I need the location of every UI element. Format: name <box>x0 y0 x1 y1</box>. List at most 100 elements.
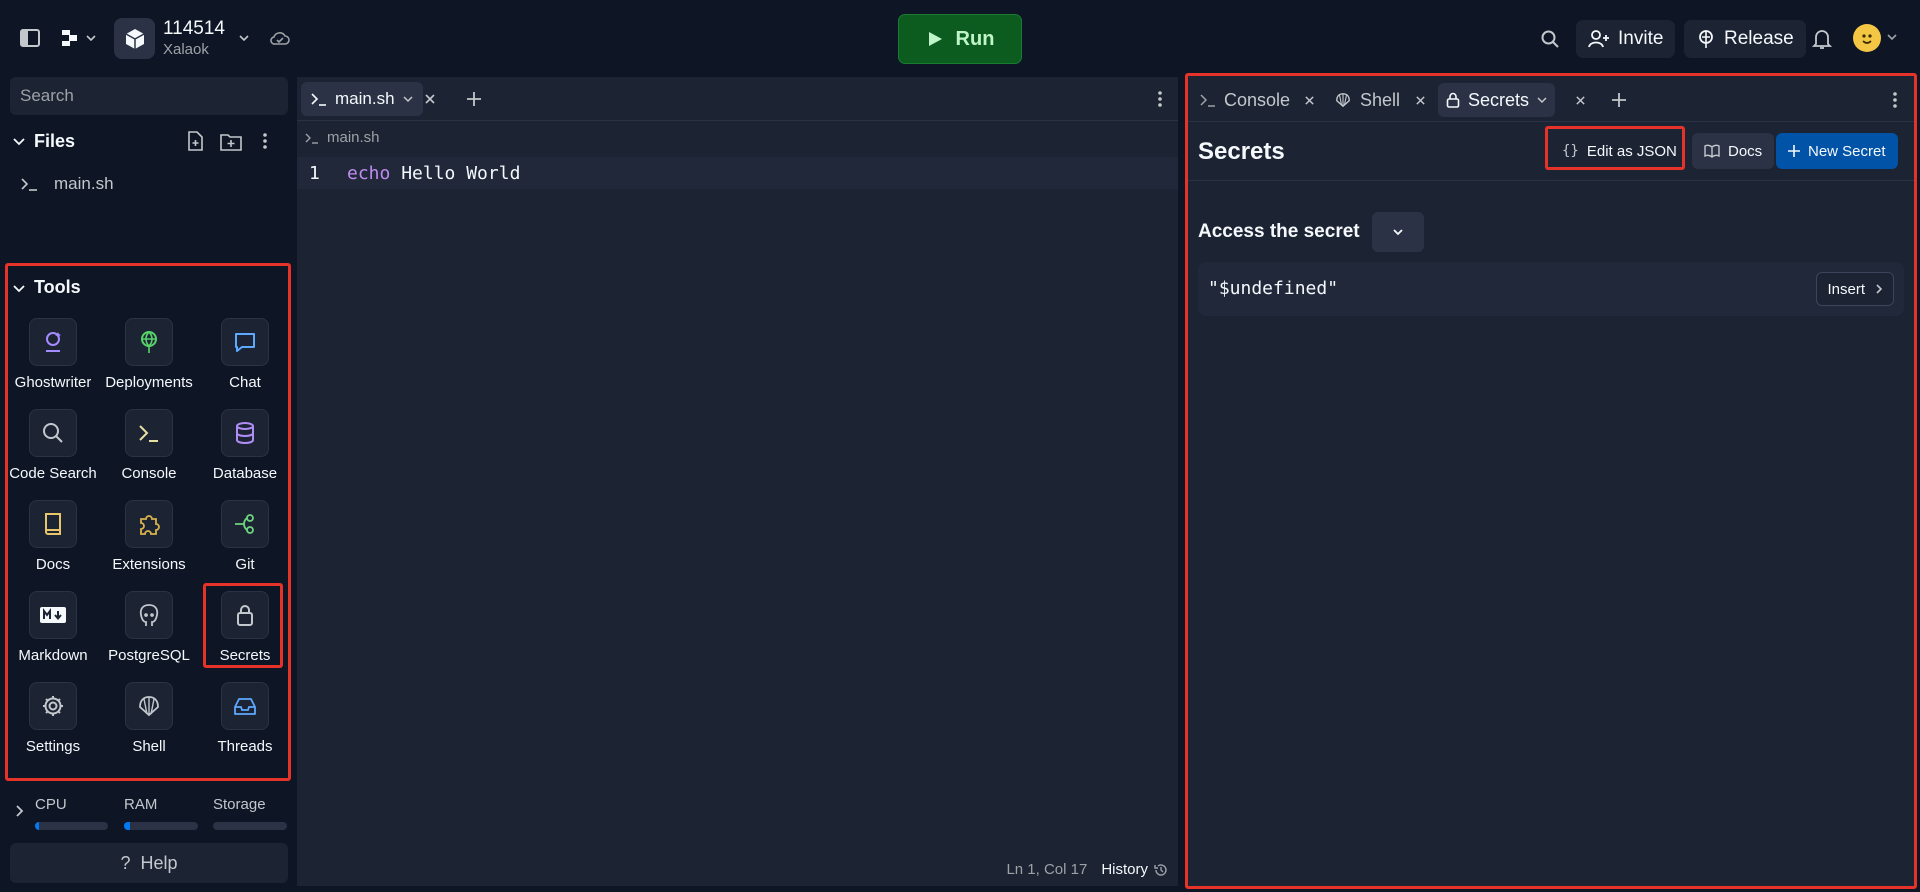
secret-snippet-text[interactable]: "$undefined" <box>1208 278 1338 299</box>
add-tab-icon[interactable] <box>464 89 484 109</box>
bell-icon[interactable] <box>1810 27 1834 51</box>
chevron-right-icon[interactable] <box>13 804 27 818</box>
tool-postgresql[interactable]: PostgreSQL <box>101 591 197 664</box>
tab-shell[interactable]: Shell <box>1326 83 1408 117</box>
user-avatar[interactable] <box>1853 24 1881 52</box>
release-label: Release <box>1724 28 1794 49</box>
new-file-icon[interactable] <box>184 130 206 152</box>
new-folder-icon[interactable] <box>219 131 243 153</box>
tool-git[interactable]: Git <box>197 500 293 573</box>
close-icon[interactable] <box>422 91 438 107</box>
editor-tab-main-sh[interactable]: main.sh <box>301 82 423 116</box>
secret-code-snippet: "$undefined" Insert <box>1198 262 1904 316</box>
chevron-down-icon[interactable] <box>236 30 252 46</box>
tool-markdown[interactable]: Markdown <box>5 591 101 664</box>
cpu-label: CPU <box>35 796 67 813</box>
access-heading: Access the secret <box>1198 221 1360 242</box>
repl-avatar[interactable] <box>114 18 155 59</box>
repl-owner[interactable]: Xalaok <box>163 41 209 58</box>
tool-console[interactable]: Console <box>101 409 197 482</box>
editor-tab-bar: main.sh <box>297 77 1178 121</box>
breadcrumb[interactable]: main.sh <box>305 129 380 146</box>
files-heading: Files <box>34 130 76 151</box>
tool-label: Database <box>212 465 278 482</box>
more-options-icon[interactable] <box>1154 89 1166 109</box>
tool-deployments[interactable]: Deployments <box>101 318 197 391</box>
pane-tab-bar: Console Shell Secrets <box>1188 76 1914 122</box>
tool-docs[interactable]: Docs <box>5 500 101 573</box>
chat-icon <box>221 318 269 366</box>
close-icon[interactable] <box>1573 93 1587 107</box>
insert-button[interactable]: Insert <box>1816 272 1894 306</box>
new-secret-button[interactable]: New Secret <box>1776 133 1898 169</box>
tab-console[interactable]: Console <box>1192 83 1298 117</box>
sidebar-toggle-icon[interactable] <box>18 26 42 50</box>
history-button[interactable]: History <box>1101 861 1168 878</box>
chevron-down-icon[interactable] <box>1886 31 1898 43</box>
search-icon <box>29 409 77 457</box>
tool-label: Markdown <box>18 647 88 664</box>
tool-settings[interactable]: Settings <box>5 682 101 755</box>
tool-shell[interactable]: Shell <box>101 682 197 755</box>
code-line[interactable]: echo Hello World <box>347 163 520 184</box>
terminal-icon <box>21 178 37 191</box>
search-icon[interactable] <box>1538 27 1562 51</box>
tool-chat[interactable]: Chat <box>197 318 293 391</box>
git-icon <box>221 500 269 548</box>
release-icon <box>1699 30 1713 48</box>
close-icon[interactable] <box>1413 93 1427 107</box>
tool-code-search[interactable]: Code Search <box>5 409 101 482</box>
breadcrumb-label: main.sh <box>327 129 380 146</box>
tools-heading: Tools <box>34 277 81 297</box>
invite-button[interactable]: Invite <box>1576 20 1676 58</box>
tool-extensions[interactable]: Extensions <box>101 500 197 573</box>
ghostwriter-icon <box>29 318 77 366</box>
play-icon <box>928 32 942 46</box>
chevron-down-icon[interactable] <box>1537 95 1547 105</box>
terminal-icon <box>311 93 326 106</box>
ram-meter-fill <box>124 822 130 830</box>
chevron-down-icon[interactable] <box>403 94 413 104</box>
file-item[interactable]: main.sh <box>20 174 114 194</box>
release-button[interactable]: Release <box>1684 20 1806 58</box>
files-header[interactable]: Files <box>12 128 292 154</box>
tool-threads[interactable]: Threads <box>197 682 293 755</box>
add-tab-icon[interactable] <box>1609 90 1629 110</box>
tool-label: Threads <box>217 738 273 755</box>
gear-icon <box>29 682 77 730</box>
tab-secrets[interactable]: Secrets <box>1438 83 1556 117</box>
tool-label: Shell <box>132 738 166 755</box>
more-options-icon[interactable] <box>255 130 275 152</box>
cursor-position: Ln 1, Col 17 <box>1006 861 1088 878</box>
language-select[interactable] <box>1371 212 1424 252</box>
help-label: Help <box>140 852 178 873</box>
secrets-pane: Console Shell Secrets Secrets {} Edit as… <box>1185 73 1917 889</box>
ram-label: RAM <box>124 796 158 813</box>
file-name: main.sh <box>54 174 114 193</box>
run-button[interactable]: Run <box>898 14 1022 64</box>
docs-label: Docs <box>1728 142 1763 160</box>
question-icon: ? <box>120 852 131 873</box>
tool-label: Settings <box>25 738 81 755</box>
tool-label: Deployments <box>105 374 193 391</box>
search-input[interactable]: Search <box>10 77 288 115</box>
storage-meter <box>213 822 287 830</box>
code-editor: main.sh main.sh 1 echo Hello World Ln 1,… <box>297 77 1178 886</box>
repl-name[interactable]: 114514 <box>163 18 225 40</box>
tools-header[interactable]: Tools <box>12 277 81 298</box>
history-icon <box>1154 863 1167 876</box>
terminal-icon <box>1200 94 1215 107</box>
more-options-icon[interactable] <box>1889 90 1901 110</box>
terminal-icon <box>125 409 173 457</box>
replit-logo-icon[interactable] <box>58 26 98 50</box>
inbox-icon <box>221 682 269 730</box>
cloud-saved-icon <box>268 28 292 48</box>
help-button[interactable]: ? Help <box>10 843 288 883</box>
top-bar: 114514 Xalaok Run Invite Release <box>0 0 1920 77</box>
cpu-meter-fill <box>35 822 39 830</box>
docs-button[interactable]: Docs <box>1692 133 1775 169</box>
tool-label: Ghostwriter <box>14 374 92 391</box>
tool-database[interactable]: Database <box>197 409 293 482</box>
close-icon[interactable] <box>1302 93 1316 107</box>
tool-ghostwriter[interactable]: Ghostwriter <box>5 318 101 391</box>
